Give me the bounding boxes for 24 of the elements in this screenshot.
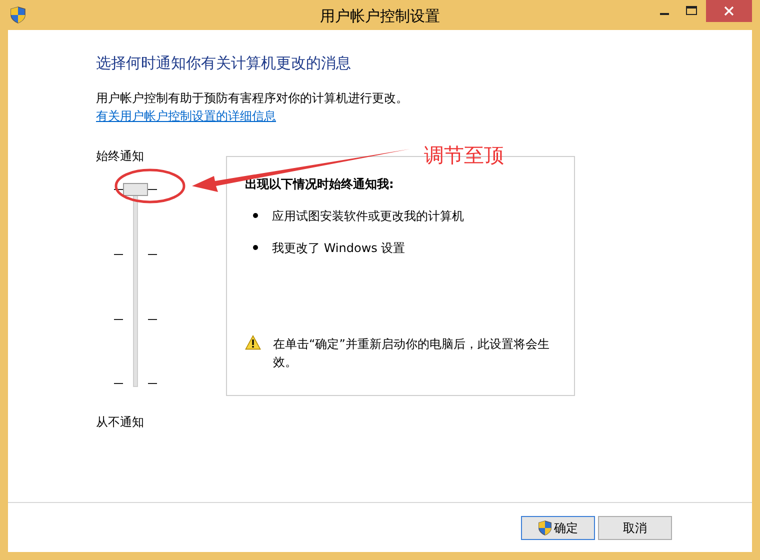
cancel-button[interactable]: 取消: [598, 516, 672, 540]
bullet-text: 应用试图安装软件或更改我的计算机: [272, 208, 464, 224]
bullet-text: 我更改了 Windows 设置: [272, 240, 406, 256]
close-icon: [724, 6, 734, 16]
maximize-icon: [686, 6, 698, 16]
heading: 选择何时通知你有关计算机更改的消息: [96, 53, 352, 74]
slider-thumb[interactable]: [123, 182, 148, 196]
bullet-icon: [253, 245, 258, 250]
slider-label: 始终通知: [96, 148, 145, 164]
ok-button[interactable]: 确定: [521, 516, 595, 540]
annotation-text: 调节至顶: [424, 142, 504, 169]
bullet-icon: [253, 213, 258, 218]
slider-label: 从不通知: [96, 414, 145, 430]
minimize-icon: [660, 13, 668, 15]
close-button[interactable]: [706, 0, 752, 22]
info-title: 出现以下情况时始终通知我:: [245, 176, 395, 192]
warning-icon: [245, 334, 261, 350]
window-title: 用户帐户控制设置: [320, 7, 440, 25]
note-text: 在单击“确定”并重新启动你的电脑后，此设置将会生效。: [273, 336, 550, 370]
description-text: 用户帐户控制有助于预防有害程序对你的计算机进行更改。: [96, 90, 409, 106]
shield-icon: [538, 520, 552, 536]
shield-icon: [10, 6, 26, 24]
highlight-circle: [114, 168, 186, 204]
help-link[interactable]: 有关用户帐户控制设置的详细信息: [96, 108, 276, 122]
